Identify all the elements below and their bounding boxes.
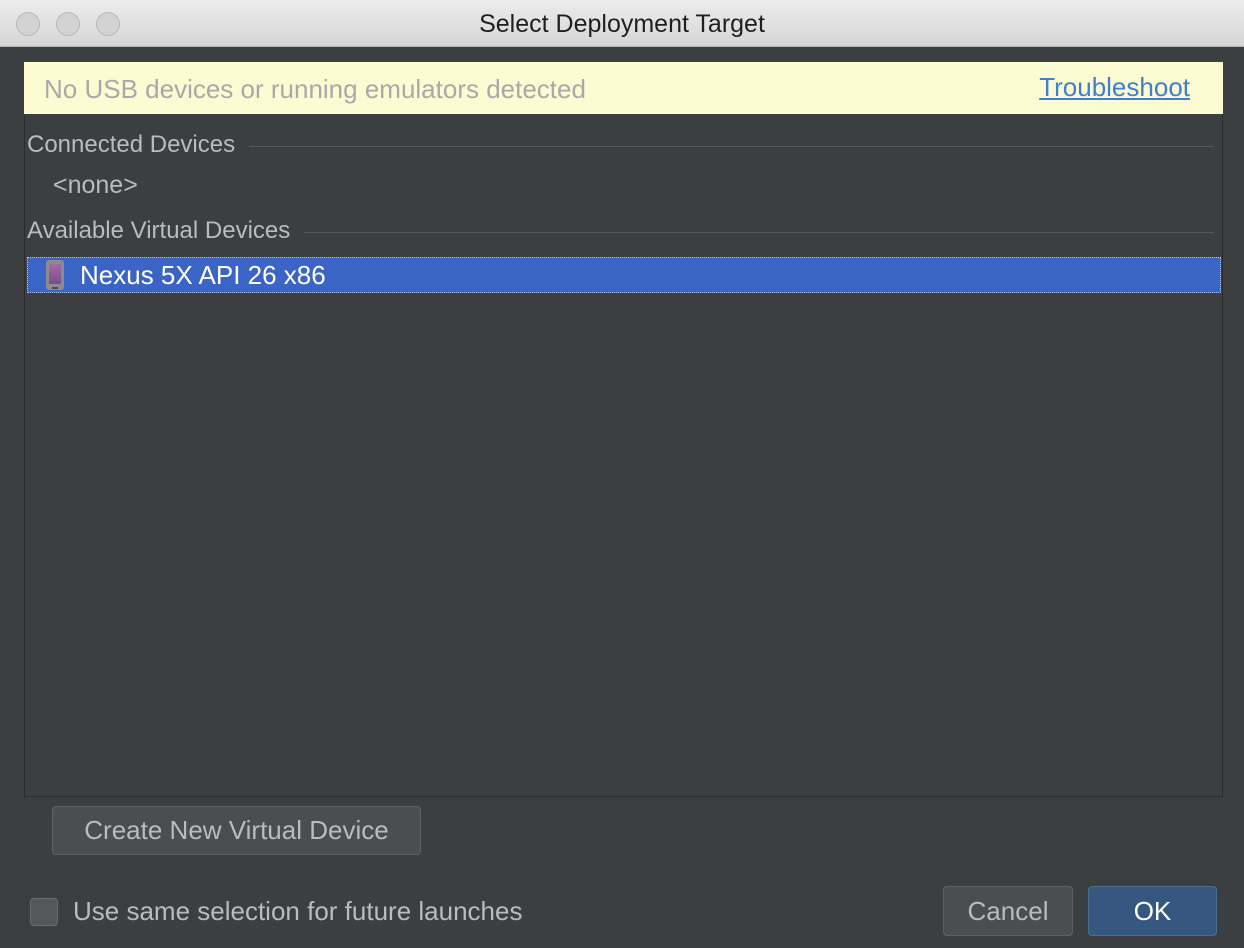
connected-devices-header: Connected Devices bbox=[27, 131, 236, 158]
warning-banner: No USB devices or running emulators dete… bbox=[24, 62, 1223, 114]
cancel-button[interactable]: Cancel bbox=[943, 886, 1073, 936]
section-divider bbox=[249, 145, 1214, 147]
section-divider bbox=[304, 231, 1214, 233]
connected-devices-section: Connected Devices bbox=[27, 130, 1214, 160]
ok-button[interactable]: OK bbox=[1088, 886, 1217, 936]
title-bar: Select Deployment Target bbox=[0, 0, 1244, 47]
device-row-nexus-5x[interactable]: Nexus 5X API 26 x86 bbox=[27, 257, 1221, 293]
troubleshoot-link[interactable]: Troubleshoot bbox=[1039, 62, 1190, 112]
create-new-virtual-device-button[interactable]: Create New Virtual Device bbox=[52, 806, 421, 855]
available-virtual-devices-section: Available Virtual Devices bbox=[27, 216, 1214, 246]
window-title: Select Deployment Target bbox=[479, 10, 765, 38]
phone-icon bbox=[46, 260, 64, 290]
connected-devices-empty: <none> bbox=[53, 171, 138, 199]
available-virtual-devices-header: Available Virtual Devices bbox=[27, 217, 291, 244]
device-name: Nexus 5X API 26 x86 bbox=[80, 259, 326, 290]
same-selection-option[interactable]: Use same selection for future launches bbox=[30, 896, 522, 927]
same-selection-checkbox[interactable] bbox=[30, 897, 58, 926]
device-list-panel: Connected Devices <none> Available Virtu… bbox=[24, 114, 1223, 797]
same-selection-label: Use same selection for future launches bbox=[73, 896, 523, 926]
banner-message: No USB devices or running emulators dete… bbox=[44, 74, 586, 104]
